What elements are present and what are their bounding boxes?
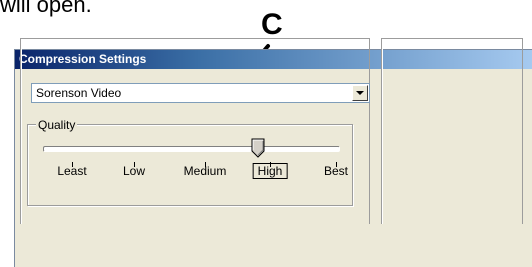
compressor-select[interactable]: Sorenson Video	[31, 83, 370, 103]
level-best-label[interactable]: Best	[324, 164, 348, 178]
compressor-select-value: Sorenson Video	[36, 86, 122, 100]
instruction-caption: will open.	[0, 0, 92, 17]
preview-panel	[381, 38, 523, 224]
level-medium-label[interactable]: Medium	[184, 164, 227, 178]
quality-slider-track[interactable]	[43, 146, 340, 152]
level-least-label[interactable]: Least	[57, 164, 86, 178]
callout-label: C	[261, 8, 283, 41]
level-high-label[interactable]: High	[252, 163, 288, 179]
level-low-label[interactable]: Low	[123, 164, 145, 178]
quality-slider-thumb[interactable]	[251, 138, 265, 158]
quality-group-label: Quality	[36, 118, 78, 132]
chevron-down-icon[interactable]	[352, 85, 368, 101]
